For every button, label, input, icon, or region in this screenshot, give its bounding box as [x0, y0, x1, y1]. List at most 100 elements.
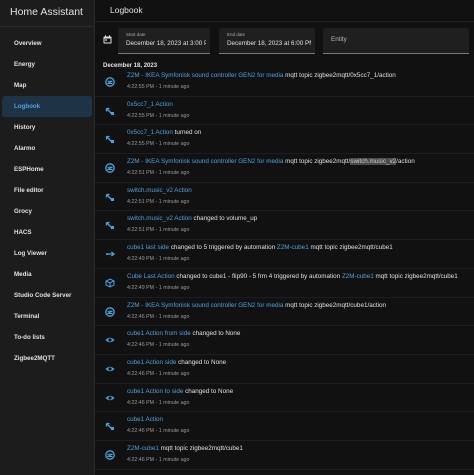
logbook-entry[interactable]: Cube Last Action changed to cube1 - flip…: [95, 269, 474, 298]
sidebar-nav: Overview Energy Map Logbook History Alar…: [0, 27, 94, 369]
sidebar-item-terminal[interactable]: Terminal: [2, 306, 92, 327]
logbook-entry[interactable]: cube1 Action from side changed to None 4:…: [95, 326, 474, 355]
entity-link[interactable]: switch.music_v2 Action: [127, 187, 192, 194]
remote-icon: [105, 220, 115, 230]
entity-link[interactable]: cube1 Action to side: [127, 388, 183, 395]
sidebar-item-grocy[interactable]: Grocy: [2, 201, 92, 222]
sidebar-item-todo-lists[interactable]: To-do lists: [2, 327, 92, 348]
logbook-entry[interactable]: cube1 Action 4:22:46 PM - 1 minute ago: [95, 412, 474, 441]
cube-icon: [105, 278, 115, 288]
entry-message: Z2M - IKEA Symfonisk sound controller GE…: [127, 158, 415, 166]
entity-placeholder: Entity: [331, 36, 347, 43]
sidebar-item-label: Overview: [14, 40, 42, 47]
logbook-entry[interactable]: 0x5cc7_1 Action 4:22:55 PM - 1 minute ago: [95, 97, 474, 126]
logbook-entry[interactable]: Z2M-cube1 mqtt topic zigbee2mqtt/cube1 4:…: [95, 441, 474, 470]
zigbee-icon: [105, 77, 115, 87]
sidebar-item-media[interactable]: Media: [2, 264, 92, 285]
entry-message: cube1 Action: [127, 416, 163, 423]
entity-link[interactable]: 0x5cc7_1 Action: [127, 129, 173, 136]
entry-text: changed to None: [176, 358, 227, 366]
arrow-icon: [105, 249, 115, 259]
end-date-field[interactable]: End date December 18, 2023 at 6:00 PM: [219, 28, 315, 54]
sidebar-item-label: File editor: [14, 187, 44, 194]
start-date-label: Start date: [126, 32, 146, 37]
entry-message: Z2M - IKEA Symfonisk sound controller GE…: [127, 302, 386, 309]
entry-timestamp: 4:22:49 PM - 1 minute ago: [127, 256, 190, 263]
sidebar-item-alarmo[interactable]: Alarmo: [2, 138, 92, 159]
logbook-entry[interactable]: cube1 last side changed to 5 triggered b…: [95, 240, 474, 269]
logbook-entry[interactable]: switch.music_v2 Action 4:22:51 PM - 1 min…: [95, 183, 474, 212]
entry-timestamp: 4:22:51 PM - 1 minute ago: [127, 227, 190, 234]
start-date-field[interactable]: Start date December 18, 2023 at 3:00 PM: [118, 28, 210, 54]
sidebar-item-map[interactable]: Map: [2, 75, 92, 96]
sidebar-item-label: ESPHome: [14, 166, 44, 173]
sidebar-item-history[interactable]: History: [2, 117, 92, 138]
entry-message: switch.music_v2 Action changed to volume…: [127, 215, 257, 222]
sidebar-item-log-viewer[interactable]: Log Viewer: [2, 243, 92, 264]
calendar-icon[interactable]: [103, 35, 112, 44]
entity-link[interactable]: 0x5cc7_1 Action: [127, 101, 173, 108]
sidebar-item-hacs[interactable]: HACS: [2, 222, 92, 243]
entry-message: cube1 Action side changed to None: [127, 359, 226, 366]
entry-timestamp: 4:22:46 PM - 1 minute ago: [127, 370, 190, 377]
entity-link[interactable]: switch.music_v2 Action: [127, 215, 192, 222]
logbook-entry[interactable]: switch.music_v2 Action changed to volume…: [95, 211, 474, 241]
entry-text: mqtt topic zigbee2mqtt/cube1: [158, 444, 243, 452]
app-title: Home Assistant: [0, 0, 94, 27]
sidebar-item-label: History: [14, 124, 36, 131]
logbook-entry[interactable]: Z2M - IKEA Symfonisk sound controller GE…: [95, 154, 474, 183]
sidebar-item-energy[interactable]: Energy: [2, 54, 92, 75]
entry-message: 0x5cc7_1 Action: [127, 101, 173, 108]
entry-text: mqtt topic zigbee2mqtt/cube1: [308, 244, 393, 252]
sidebar-item-logbook[interactable]: Logbook: [2, 96, 92, 117]
entry-timestamp: 4:22:55 PM - 1 minute ago: [127, 141, 190, 148]
sidebar-item-file-editor[interactable]: File editor: [2, 180, 92, 201]
entry-timestamp: 4:22:46 PM - 1 minute ago: [127, 342, 190, 349]
entry-message: 0x5cc7_1 Action turned on: [127, 129, 201, 136]
sidebar-item-label: Media: [14, 271, 32, 278]
entry-message: Cube Last Action changed to cube1 - flip…: [127, 273, 458, 280]
logbook-entry[interactable]: cube1 Action to side changed to None 4:22…: [95, 384, 474, 413]
sidebar-item-label: Terminal: [14, 313, 40, 320]
sidebar-item-label: Energy: [14, 61, 35, 68]
sidebar-item-label: Logbook: [14, 103, 41, 110]
entity-link[interactable]: Z2M-cube1: [127, 445, 159, 452]
sidebar-item-label: Log Viewer: [14, 250, 47, 257]
entity-link[interactable]: cube1 Action from side: [127, 330, 191, 337]
sidebar-item-label: Zigbee2MQTT: [14, 355, 55, 362]
page-title: Logbook: [95, 0, 474, 22]
sidebar-item-label: Studio Code Server: [14, 292, 72, 299]
entity-link[interactable]: cube1 Action: [127, 416, 163, 423]
entry-text: mqtt topic zigbee2mqtt/: [283, 158, 351, 166]
entity-link[interactable]: cube1 last side: [127, 244, 169, 251]
entry-timestamp: 4:22:46 PM - 1 minute ago: [127, 428, 190, 435]
entry-text: changed to volume_up: [191, 215, 258, 223]
entity-link[interactable]: Z2M - IKEA Symfonisk sound controller GE…: [127, 302, 283, 309]
zigbee-icon: [105, 450, 115, 460]
sidebar-item-esphome[interactable]: ESPHome: [2, 159, 92, 180]
automation-link[interactable]: Z2M-cube1: [342, 273, 374, 280]
entity-link[interactable]: cube1 Action side: [127, 359, 176, 366]
highlighted-text: switch.music_v2: [350, 158, 397, 166]
entry-timestamp: 4:22:55 PM - 1 minute ago: [127, 84, 190, 90]
entity-link[interactable]: Cube Last Action: [127, 273, 175, 280]
sidebar-item-zigbee2mqtt[interactable]: Zigbee2MQTT: [2, 348, 92, 369]
logbook-entry[interactable]: 0x5cc7_1 Action turned on 4:22:55 PM - 1 …: [95, 125, 474, 155]
logbook-entry[interactable]: Z2M - IKEA Symfonisk sound controller GE…: [95, 298, 474, 327]
automation-link[interactable]: Z2M-cube1: [277, 244, 309, 251]
sidebar-item-label: Map: [14, 82, 27, 89]
main-content: Logbook Start date December 18, 2023 at …: [95, 0, 474, 475]
logbook-entry[interactable]: cube1 Action side changed to None 4:22:46…: [95, 355, 474, 384]
entry-message: Z2M - IKEA Symfonisk sound controller GE…: [127, 72, 396, 79]
eye-icon: [105, 393, 115, 403]
entry-text: changed to None: [190, 330, 241, 338]
sidebar-item-overview[interactable]: Overview: [2, 33, 92, 54]
entry-message: cube1 Action from side changed to None: [127, 330, 240, 337]
logbook-entry[interactable]: Z2M - IKEA Symfonisk sound controller GE…: [95, 68, 474, 97]
entity-link[interactable]: Z2M - IKEA Symfonisk sound controller GE…: [127, 158, 283, 165]
sidebar-item-studio-code-server[interactable]: Studio Code Server: [2, 285, 92, 306]
sidebar-item-label: Alarmo: [14, 145, 36, 152]
entity-picker[interactable]: Entity: [323, 28, 469, 54]
entity-link[interactable]: Z2M - IKEA Symfonisk sound controller GE…: [127, 72, 283, 79]
zigbee-icon: [105, 163, 115, 173]
